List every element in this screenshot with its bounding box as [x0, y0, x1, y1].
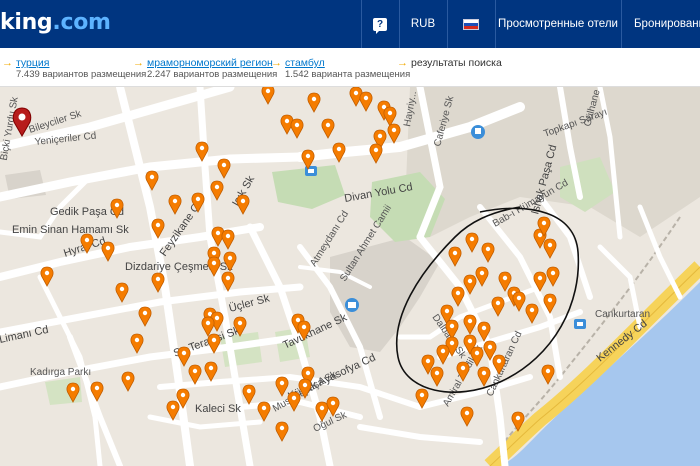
map-canvas[interactable]: Bileyciler Sk Biçki Yurdu Sk Yeniçeriler… [0, 87, 700, 466]
top-navigation-bar: king.com ? RUB Просмотренные отели Брони… [0, 0, 700, 48]
breadcrumb-current: результаты поиска [411, 57, 502, 69]
arrow-right-icon: → [2, 57, 13, 69]
help-button[interactable]: ? [362, 0, 398, 48]
breadcrumb-count: 7.439 вариантов размещения [16, 69, 147, 80]
street-label: Kaleci Sk [195, 403, 241, 415]
tram-station-icon[interactable] [471, 125, 485, 139]
breadcrumb-link[interactable]: мраморноморский регион [147, 57, 273, 69]
currency-label: RUB [410, 18, 436, 30]
viewed-hotels-link[interactable]: Просмотренные отели [496, 0, 620, 48]
breadcrumb-link[interactable]: турция [16, 57, 49, 69]
bookings-label: Бронирования [634, 18, 700, 30]
logo-suffix: .com [52, 10, 111, 35]
arrow-right-icon: → [271, 57, 282, 69]
breadcrumb: → турция 7.439 вариантов размещения → мрам… [0, 48, 700, 87]
breadcrumb-item-turkey[interactable]: → турция 7.439 вариантов размещения [2, 57, 146, 81]
breadcrumb-count: 1.542 варианта размещения [285, 69, 411, 80]
arrow-right-icon: → [397, 57, 408, 69]
currency-selector[interactable]: RUB [400, 0, 446, 48]
bus-station-icon[interactable] [574, 319, 586, 329]
flag-russia-icon [463, 18, 479, 30]
booking-logo[interactable]: king.com [0, 10, 111, 35]
museum-icon[interactable] [345, 298, 359, 312]
language-selector[interactable] [448, 0, 494, 48]
breadcrumb-count: 2.247 вариантов размещения [147, 69, 278, 80]
arrow-right-icon: → [133, 57, 144, 69]
bookings-link[interactable]: Бронирования [622, 0, 700, 48]
logo-text: king [0, 10, 53, 35]
viewed-hotels-label: Просмотренные отели [498, 18, 618, 30]
help-icon: ? [373, 17, 387, 34]
street-label: Kadırga Parkı [30, 367, 91, 378]
breadcrumb-link[interactable]: стамбул [285, 57, 325, 69]
breadcrumb-item-istanbul[interactable]: → стамбул 1.542 варианта размещения [271, 57, 410, 81]
street-label: Emin Sinan Hamamı Sk [12, 224, 129, 236]
hotel-map[interactable]: Bileyciler Sk Biçki Yurdu Sk Yeniçeriler… [0, 87, 700, 466]
breadcrumb-item-marmara[interactable]: → мраморноморский регион 2.247 вариантов … [133, 57, 277, 81]
breadcrumb-item-results: → результаты поиска [397, 57, 502, 69]
